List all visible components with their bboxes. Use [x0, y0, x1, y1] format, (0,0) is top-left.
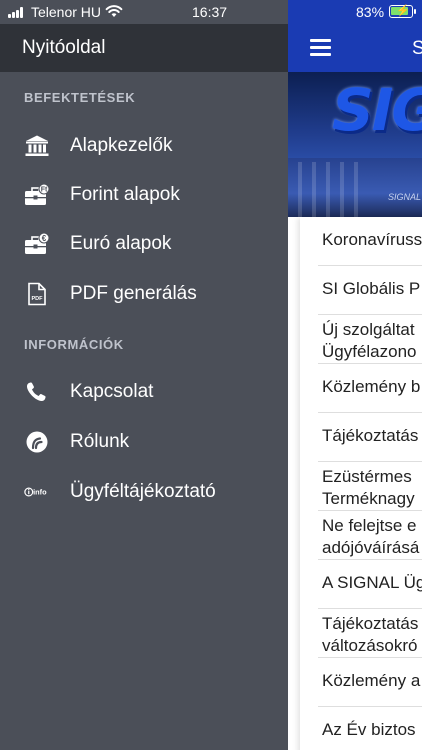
app-title: S — [412, 38, 422, 59]
news-item[interactable]: Ezüstérmes Terméknagy — [318, 462, 422, 511]
drawer-item-customer-info[interactable]: info Ügyféltájékoztató — [0, 468, 288, 516]
status-bar-left: Telenor HU 16:37 — [0, 0, 288, 24]
info-icon: info — [24, 487, 47, 497]
drawer-item-home[interactable]: Nyitóoldal — [0, 24, 288, 72]
bank-icon — [25, 135, 49, 156]
hero-caption: SIGNAL — [388, 192, 422, 202]
news-list: Koronavíruss SI Globális P Új szolgáltat… — [300, 217, 422, 750]
drawer-item-pdf-generation[interactable]: PDF PDF generálás — [0, 270, 288, 318]
battery-icon: ⚡ — [389, 5, 416, 18]
drawer-item-fund-managers[interactable]: Alapkezelők — [0, 122, 288, 170]
news-item[interactable]: Ne felejtse e adójóváírásá — [318, 511, 422, 560]
side-drawer: Telenor HU 16:37 Nyitóoldal BEFEKTETÉSEK… — [0, 0, 288, 750]
drawer-item-label: Ügyféltájékoztató — [70, 481, 216, 502]
status-bar-right: 83% ⚡ — [288, 0, 422, 24]
main-app-view: 83% ⚡ S SIG SIGNAL Koronavíruss SI Globá… — [288, 0, 422, 750]
briefcase-euro-icon: € — [25, 232, 50, 254]
signal-logo-icon — [26, 431, 48, 453]
svg-text:info: info — [33, 488, 47, 497]
news-item[interactable]: Tájékoztatás változásokró — [318, 609, 422, 658]
drawer-item-label: Euró alapok — [70, 233, 172, 254]
battery-percentage: 83% — [356, 4, 385, 20]
drawer-item-label: Nyitóoldal — [22, 37, 106, 58]
svg-text:Ft: Ft — [41, 187, 48, 194]
news-item[interactable]: Közlemény a — [318, 658, 422, 707]
pdf-file-icon: PDF — [28, 282, 46, 306]
news-item[interactable]: Közlemény b — [318, 364, 422, 413]
hamburger-menu-icon[interactable] — [310, 39, 331, 56]
drawer-item-euro-funds[interactable]: € Euró alapok — [0, 220, 288, 268]
drawer-item-forint-funds[interactable]: Ft Forint alapok — [0, 171, 288, 219]
news-item[interactable]: Koronavíruss — [318, 217, 422, 266]
news-item[interactable]: A SIGNAL Üg — [318, 560, 422, 609]
news-item[interactable]: SI Globális P — [318, 266, 422, 315]
drawer-item-label: Forint alapok — [70, 184, 180, 205]
news-item[interactable]: Tájékoztatás — [318, 413, 422, 462]
section-title-information: INFORMÁCIÓK — [24, 337, 124, 352]
phone-icon — [27, 382, 46, 401]
wifi-icon — [105, 5, 123, 17]
news-item[interactable]: Új szolgáltat Ügyfélazono — [318, 315, 422, 364]
drawer-item-label: Alapkezelők — [70, 135, 173, 156]
svg-text:PDF: PDF — [32, 296, 44, 302]
briefcase-forint-icon: Ft — [25, 183, 50, 205]
drawer-item-label: PDF generálás — [70, 283, 197, 304]
cellular-signal-icon — [8, 7, 25, 18]
svg-text:€: € — [42, 234, 47, 243]
drawer-item-label: Rólunk — [70, 431, 130, 452]
news-item[interactable]: Az Év biztos — [318, 707, 422, 750]
clock: 16:37 — [192, 4, 228, 20]
drawer-item-about-us[interactable]: Rólunk — [0, 418, 288, 466]
carrier-name: Telenor HU — [31, 4, 102, 20]
hero-sign-text: SIG — [332, 76, 422, 144]
drawer-item-contact[interactable]: Kapcsolat — [0, 368, 288, 416]
drawer-item-label: Kapcsolat — [70, 381, 154, 402]
app-navbar: S — [288, 24, 422, 72]
section-title-investments: BEFEKTETÉSEK — [24, 90, 136, 105]
hero-image: SIG SIGNAL — [288, 72, 422, 217]
